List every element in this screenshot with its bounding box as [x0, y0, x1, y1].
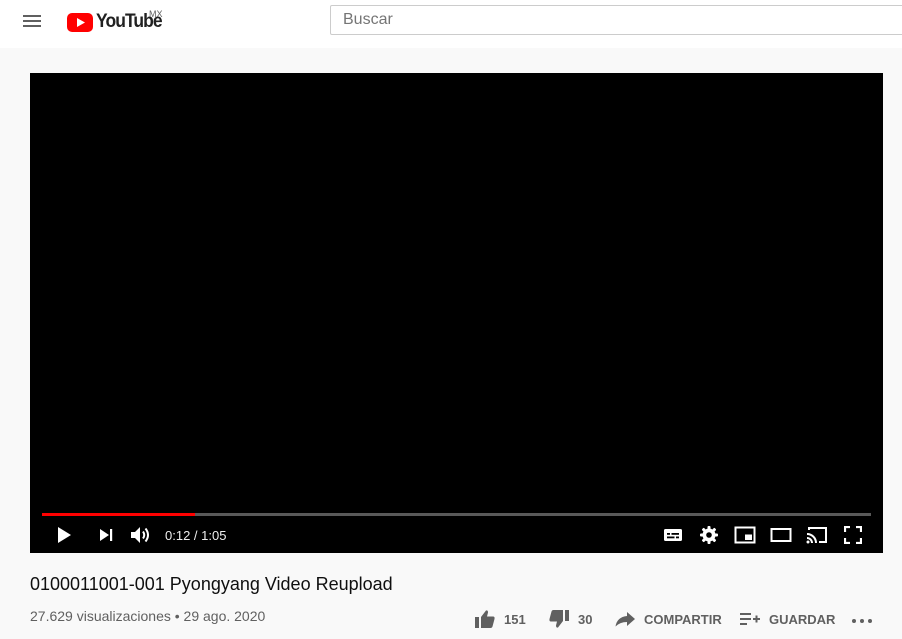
- search-box: [330, 5, 902, 35]
- subtitles-icon: [664, 529, 682, 541]
- youtube-play-logo-icon: [67, 12, 93, 32]
- thumbs-down-icon: [549, 610, 569, 628]
- dislike-button[interactable]: 30: [548, 606, 592, 632]
- miniplayer-icon: [734, 526, 756, 544]
- like-count: 151: [504, 611, 526, 627]
- fullscreen-button[interactable]: [840, 523, 866, 547]
- share-label: COMPARTIR: [644, 611, 722, 627]
- like-button[interactable]: 151: [474, 606, 526, 632]
- video-title: 0100011001-001 Pyongyang Video Reupload: [30, 574, 393, 594]
- settings-button[interactable]: [697, 523, 721, 547]
- save-label: GUARDAR: [769, 611, 836, 627]
- save-button[interactable]: GUARDAR: [739, 606, 835, 632]
- play-icon: [58, 527, 71, 543]
- theater-mode-button[interactable]: [768, 523, 794, 547]
- fullscreen-icon: [844, 526, 862, 544]
- mute-button[interactable]: [128, 523, 154, 547]
- progress-bar[interactable]: [42, 513, 871, 516]
- search-input[interactable]: [331, 6, 902, 34]
- playlist-add-icon: [740, 613, 760, 625]
- more-horizontal-icon: [852, 619, 872, 623]
- masthead: YouTube MX: [0, 0, 902, 48]
- youtube-logo[interactable]: YouTube MX: [67, 9, 167, 34]
- more-actions-button[interactable]: [851, 606, 873, 632]
- next-button[interactable]: [94, 523, 118, 547]
- cast-button[interactable]: [804, 523, 830, 547]
- cast-icon: [806, 527, 827, 544]
- dislike-count: 30: [578, 611, 593, 627]
- thumbs-up-icon: [475, 610, 495, 628]
- subtitles-button[interactable]: [661, 523, 685, 547]
- theater-mode-icon: [770, 528, 792, 542]
- volume-icon: [131, 527, 149, 543]
- hamburger-menu-icon: [23, 15, 41, 27]
- video-player[interactable]: 0:12 / 1:05: [30, 73, 883, 553]
- menu-button[interactable]: [18, 9, 46, 33]
- gear-icon: [700, 526, 718, 544]
- share-arrow-icon: [615, 612, 635, 627]
- skip-next-icon: [100, 529, 113, 541]
- play-button[interactable]: [52, 523, 76, 547]
- time-display: 0:12 / 1:05: [165, 528, 227, 543]
- logo-country-code: MX: [149, 9, 163, 19]
- share-button[interactable]: COMPARTIR: [614, 606, 722, 632]
- video-meta: 27.629 visualizaciones • 29 ago. 2020: [30, 608, 266, 624]
- miniplayer-button[interactable]: [732, 523, 758, 547]
- progress-bar-played: [42, 513, 196, 516]
